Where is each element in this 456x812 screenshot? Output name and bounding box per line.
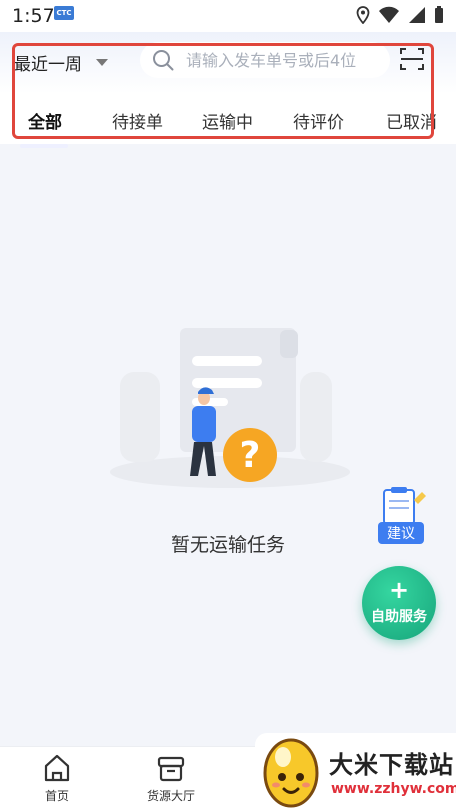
watermark-url: www.zzhyw.com [331,781,456,797]
suggest-button[interactable]: 建议 [378,522,424,544]
plus-icon: + [388,576,410,604]
empty-state-illustration: ? [110,328,350,488]
self-service-button[interactable]: + 自助服务 [362,566,436,640]
watermark-title: 大米下载站 [329,751,454,779]
nav-item-home[interactable]: 首页 [22,753,92,804]
status-bar: 1:57 CTC [0,0,456,32]
status-icons [356,6,444,24]
rice-grain-logo-icon [263,738,319,808]
battery-icon [435,6,443,23]
nav-label-cargo-hall: 货源大厅 [146,789,195,803]
nav-item-cargo-hall[interactable]: 货源大厅 [136,753,206,804]
self-service-label: 自助服务 [371,609,427,625]
nav-label-home: 首页 [44,789,69,803]
box-icon [157,756,185,782]
wifi-icon [379,6,399,23]
signal-icon [409,7,425,23]
highlight-frame [12,43,434,139]
notification-badge: CTC [54,6,74,20]
location-icon [356,6,370,24]
active-tab-indicator [20,144,68,148]
status-time: 1:57 [12,5,55,27]
watermark: 大米下载站 www.zzhyw.com [255,733,456,811]
home-icon [44,754,70,782]
svg-text:?: ? [240,435,261,476]
